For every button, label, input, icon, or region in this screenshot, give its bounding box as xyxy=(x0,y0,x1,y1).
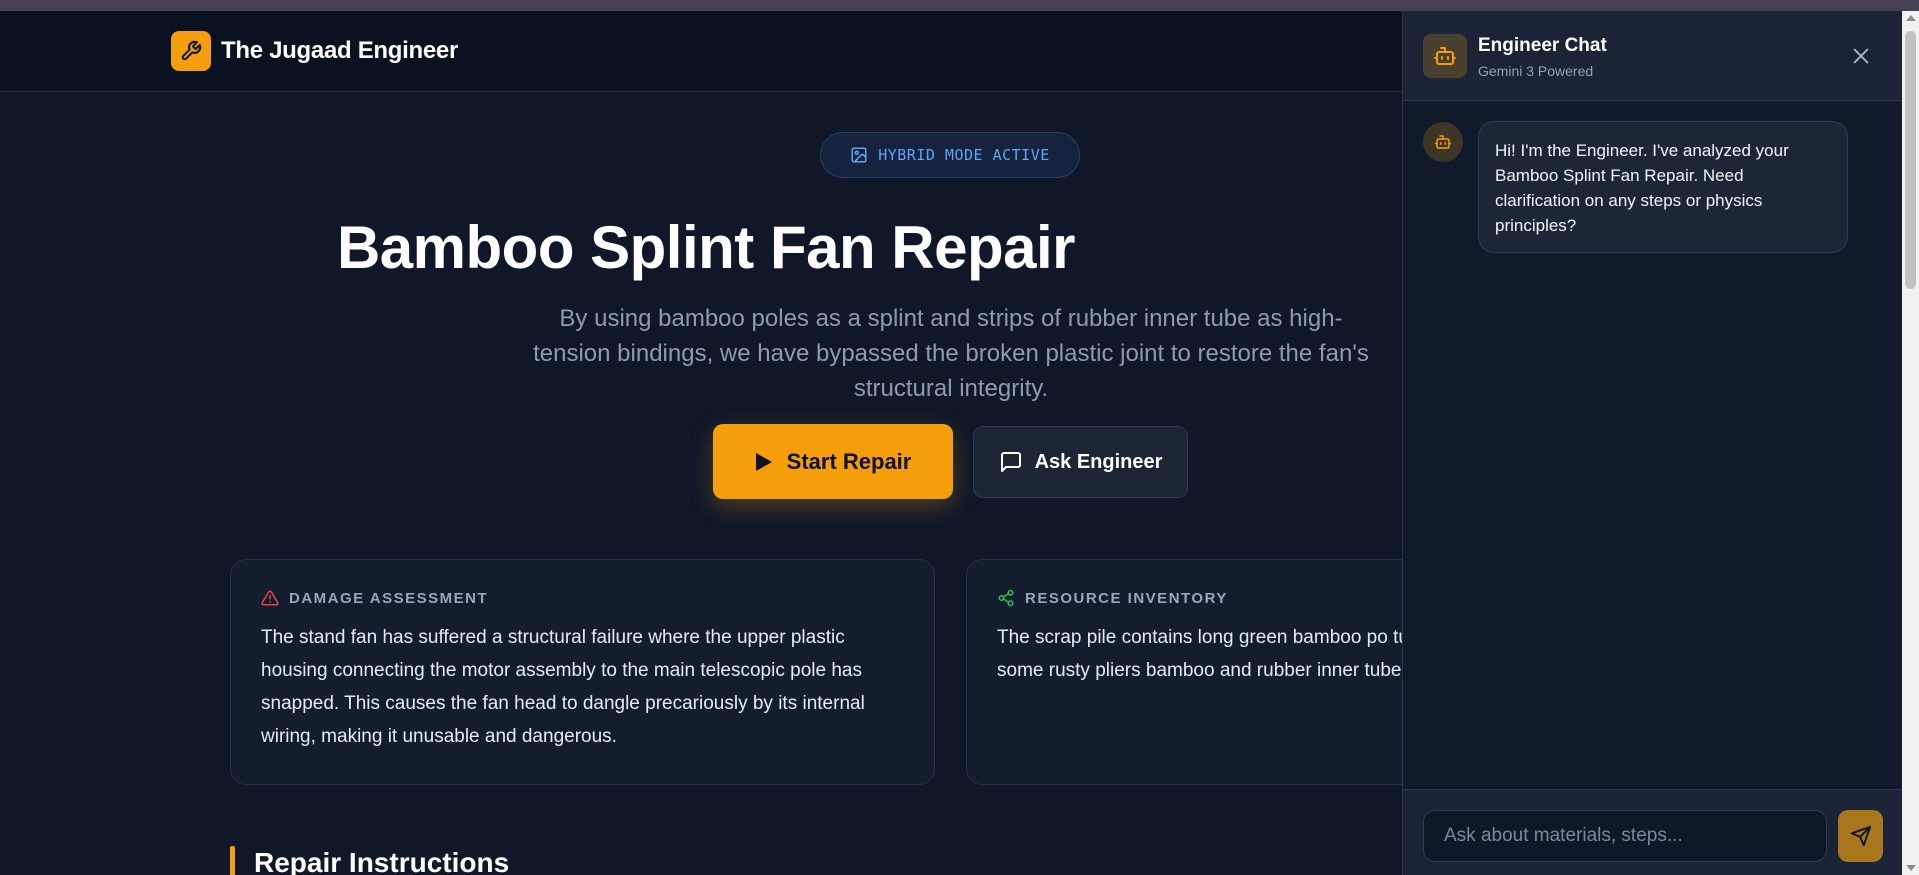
scroll-down-arrow-icon[interactable] xyxy=(1906,865,1916,871)
wrench-icon xyxy=(171,31,211,71)
browser-top-strip xyxy=(0,0,1919,11)
start-repair-button[interactable]: Start Repair xyxy=(713,424,953,499)
damage-assessment-card: DAMAGE ASSESSMENT The stand fan has suff… xyxy=(230,559,935,785)
mode-badge: HYBRID MODE ACTIVE xyxy=(820,132,1080,178)
section-accent-bar xyxy=(230,846,235,875)
resource-inventory-text: The scrap pile contains long green bambo… xyxy=(997,627,1402,681)
close-icon[interactable] xyxy=(1850,45,1872,67)
page-title: Bamboo Splint Fan Repair xyxy=(336,214,1076,281)
page-subtitle: By using bamboo poles as a splint and st… xyxy=(533,305,1369,402)
navbar: The Jugaad Engineer xyxy=(0,11,1402,92)
chat-footer xyxy=(1403,789,1903,875)
play-icon xyxy=(755,452,772,471)
brand-title: The Jugaad Engineer xyxy=(221,37,459,64)
share-nodes-icon xyxy=(998,589,1014,607)
chat-input[interactable] xyxy=(1423,810,1827,862)
page-scrollbar[interactable] xyxy=(1902,11,1919,875)
repair-instructions-heading: Repair Instructions xyxy=(254,847,510,875)
brand[interactable]: The Jugaad Engineer xyxy=(171,31,458,71)
send-button[interactable] xyxy=(1838,810,1883,862)
resource-inventory-label: RESOURCE INVENTORY xyxy=(1025,589,1228,607)
main-page: The Jugaad Engineer HYBRID MODE ACTIVE B… xyxy=(0,11,1402,875)
ask-engineer-label: Ask Engineer xyxy=(1034,450,1163,473)
chat-title: Engineer Chat xyxy=(1478,35,1607,56)
scrollbar-thumb[interactable] xyxy=(1905,31,1916,289)
bot-message-avatar-icon xyxy=(1423,122,1463,162)
chat-subtitle: Gemini 3 Powered xyxy=(1478,63,1594,79)
warning-triangle-icon xyxy=(261,590,279,606)
resource-inventory-card: RESOURCE INVENTORY The scrap pile contai… xyxy=(966,559,1402,785)
ask-engineer-button[interactable]: Ask Engineer xyxy=(973,426,1188,498)
damage-assessment-text: The stand fan has suffered a structural … xyxy=(261,627,865,747)
bot-message: Hi! I'm the Engineer. I've analyzed your… xyxy=(1478,121,1848,253)
bot-icon xyxy=(1423,34,1467,78)
mode-badge-label: HYBRID MODE ACTIVE xyxy=(878,146,1050,164)
start-repair-label: Start Repair xyxy=(786,448,912,474)
image-icon xyxy=(851,147,867,163)
damage-assessment-label: DAMAGE ASSESSMENT xyxy=(289,589,489,607)
chat-header: Engineer Chat Gemini 3 Powered xyxy=(1403,11,1903,101)
engineer-chat-panel: Engineer Chat Gemini 3 Powered Hi! I'm t… xyxy=(1402,11,1903,875)
send-icon xyxy=(1850,825,1871,847)
scroll-up-arrow-icon[interactable] xyxy=(1906,15,1916,21)
message-square-icon xyxy=(1000,452,1021,472)
